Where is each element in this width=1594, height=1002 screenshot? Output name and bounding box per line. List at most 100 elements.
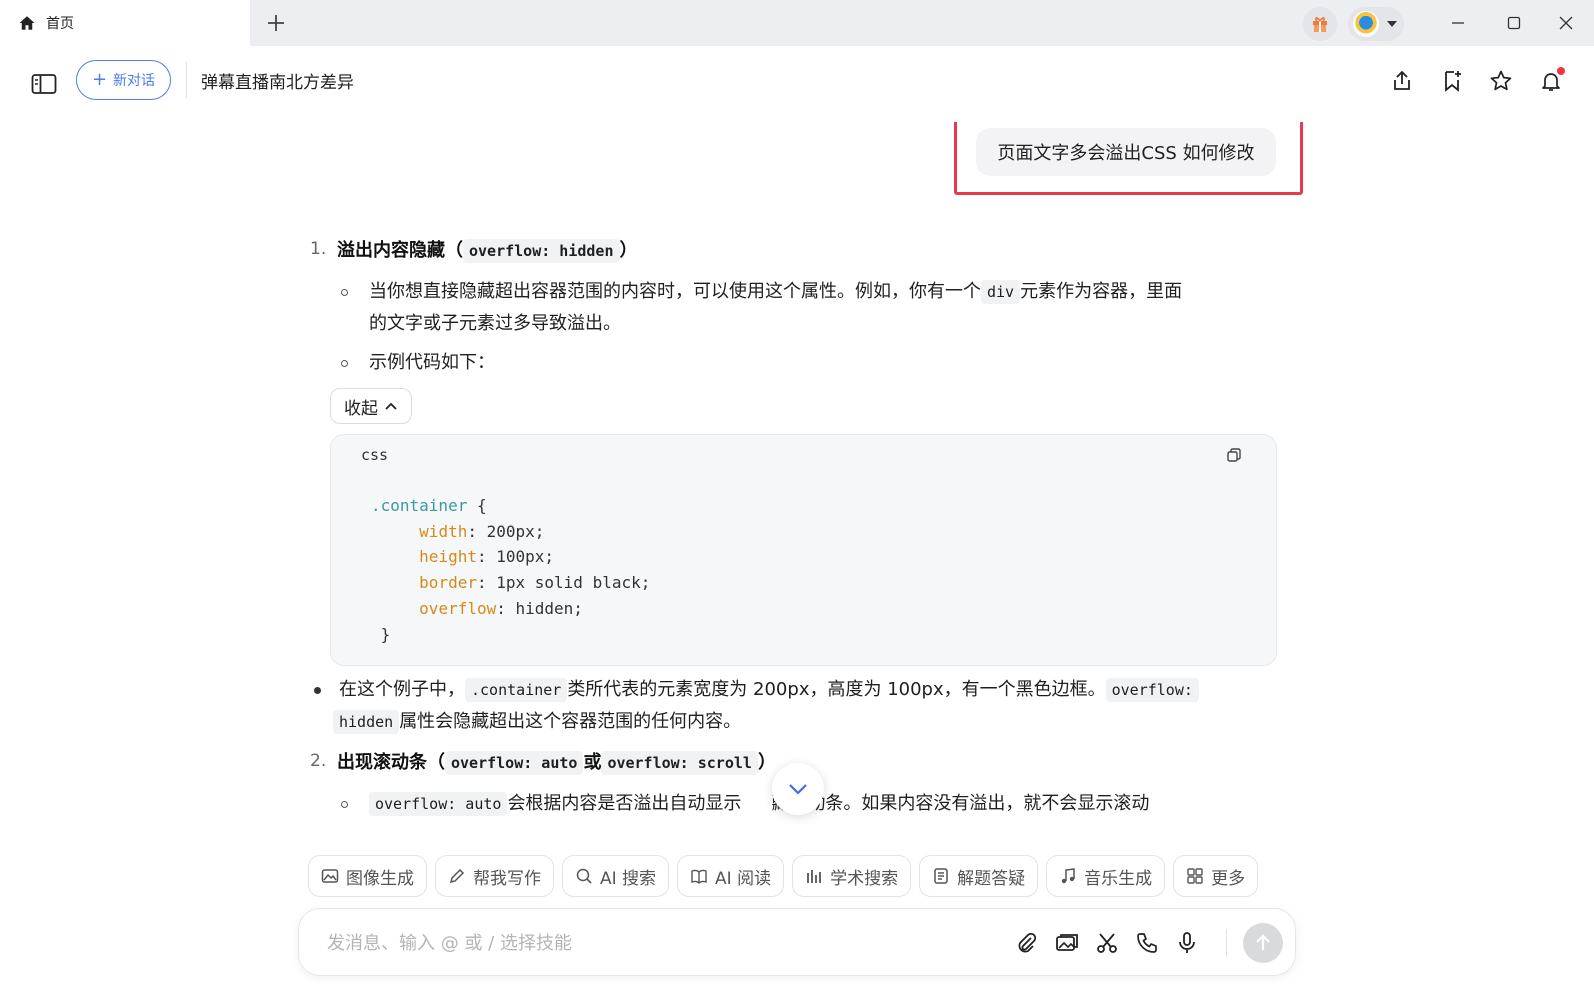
arrow-up-icon: [1256, 934, 1270, 950]
code-property: border: [419, 573, 477, 593]
favorite-button[interactable]: [1484, 64, 1518, 98]
music-icon: [1061, 868, 1075, 884]
paragraph: 当你想直接隐藏超出容器范围的内容时，可以使用这个属性。例如，你有一个 div 元素作…: [369, 280, 1183, 304]
item-number: 2.: [310, 751, 327, 771]
skill-writing[interactable]: 帮我写作: [435, 855, 554, 897]
phone-icon: [1137, 933, 1157, 953]
code-language: css: [361, 446, 389, 464]
ordered-item-2: 2. 出现滚动条（ overflow: auto 或 overflow: scroll…: [310, 748, 776, 775]
collapse-label: 收起: [344, 398, 378, 419]
caret-down-icon: [1387, 21, 1397, 27]
collapse-code-button[interactable]: 收起: [330, 388, 412, 424]
new-chat-button[interactable]: + 新对话: [76, 60, 171, 100]
minimize-icon: [1452, 22, 1464, 24]
code-property: overflow: [419, 598, 497, 618]
inline-code: overflow: scroll: [601, 751, 758, 775]
message-composer: [298, 908, 1296, 976]
screenshot-button[interactable]: [1093, 929, 1121, 957]
paperclip-icon: [1018, 932, 1037, 953]
paragraph: 在这个例子中， .container 类所代表的元素宽度为 200px，高度为 10…: [339, 674, 1269, 706]
bookmark-add-icon: [1445, 71, 1461, 92]
close-button[interactable]: [1538, 0, 1594, 46]
chart-icon: [807, 870, 821, 883]
profile-menu[interactable]: [1348, 7, 1404, 41]
app-header: + 新对话 弹幕直播南北方差异: [0, 46, 1594, 122]
search-icon: [576, 868, 592, 884]
star-icon: [1490, 70, 1512, 91]
maximize-icon: [1507, 16, 1521, 30]
microphone-icon: [1179, 932, 1195, 953]
share-button[interactable]: [1385, 64, 1419, 98]
skill-academic-search[interactable]: 学术搜索: [792, 855, 912, 897]
code-block: css .container { width: 200px; height: 1…: [330, 434, 1277, 666]
code-selector: .container: [371, 496, 468, 515]
voice-input-button[interactable]: [1173, 929, 1201, 957]
chevron-down-icon: [789, 784, 807, 795]
sidebar-icon: [31, 74, 57, 94]
user-message-bubble: 页面文字多会溢出CSS 如何修改: [976, 128, 1276, 176]
message-input[interactable]: [327, 927, 967, 959]
share-icon: [1394, 70, 1410, 90]
inline-code: div: [981, 280, 1021, 304]
window-titlebar: 首页: [0, 0, 1594, 46]
inline-code: hidden: [333, 710, 400, 734]
tab-home[interactable]: 首页: [0, 0, 250, 46]
close-icon: [1559, 16, 1573, 30]
chat-content[interactable]: 页面文字多会溢出CSS 如何修改 1. 溢出内容隐藏（ overflow: hid…: [0, 122, 1594, 842]
book-icon: [691, 869, 707, 884]
image-icon: [321, 869, 339, 883]
copy-icon[interactable]: [1226, 447, 1242, 463]
skill-ai-search[interactable]: AI 搜索: [562, 855, 670, 897]
sidebar-toggle-button[interactable]: [28, 68, 60, 100]
header-divider: [186, 62, 187, 98]
skills-bar: 图像生成 帮我写作 AI 搜索 AI 阅读 学术搜索 解题答疑 音乐生成 更多: [308, 855, 1259, 897]
code-property: width: [419, 521, 468, 541]
ordered-item-1: 1. 溢出内容隐藏（ overflow: hidden）: [310, 236, 638, 263]
bookmark-add-button[interactable]: [1435, 64, 1469, 98]
new-tab-button[interactable]: [262, 9, 290, 37]
skill-image-generation[interactable]: 图像生成: [308, 855, 427, 897]
inline-code: overflow: auto: [445, 751, 584, 775]
circle-bullet: [341, 289, 348, 296]
skill-music-generation[interactable]: 音乐生成: [1046, 855, 1166, 897]
skill-problem-solving[interactable]: 解题答疑: [919, 855, 1039, 897]
send-button[interactable]: [1243, 923, 1283, 963]
inline-code: .container: [465, 678, 568, 702]
paragraph: hidden 属性会隐藏超出这个容器范围的任何内容。: [333, 706, 1269, 738]
chevron-up-icon: [385, 402, 397, 410]
code-content: .container { width: 200px; height: 100px…: [371, 496, 651, 644]
inline-code: overflow: auto: [369, 792, 508, 816]
conversation-title: 弹幕直播南北方差异: [201, 73, 354, 93]
item-number: 1.: [310, 239, 327, 259]
composer-divider: [1226, 929, 1227, 957]
plus-icon: +: [91, 69, 108, 90]
code-header: css: [331, 435, 1276, 475]
skill-ai-reading[interactable]: AI 阅读: [677, 855, 785, 897]
circle-bullet: [341, 360, 348, 367]
gift-icon: [1313, 17, 1327, 32]
minimize-button[interactable]: [1430, 0, 1486, 46]
code-property: height: [419, 547, 477, 567]
avatar: [1353, 11, 1379, 37]
inline-code: overflow:: [1105, 678, 1199, 702]
tab-label: 首页: [46, 16, 74, 32]
skill-more[interactable]: 更多: [1173, 855, 1259, 897]
question-icon: [934, 868, 948, 884]
new-chat-label: 新对话: [113, 73, 156, 89]
plus-icon: [268, 15, 284, 31]
notification-button[interactable]: [1534, 64, 1568, 98]
attach-button[interactable]: [1013, 929, 1041, 957]
scroll-to-bottom-button[interactable]: [772, 763, 824, 815]
photo-icon: [1056, 934, 1078, 951]
notification-badge: [1557, 67, 1565, 75]
paragraph: 的文字或子元素过多导致溢出。: [369, 313, 621, 334]
image-upload-button[interactable]: [1053, 929, 1081, 957]
voice-call-button[interactable]: [1133, 929, 1161, 957]
item-title: 溢出内容隐藏（ overflow: hidden）: [337, 239, 638, 263]
maximize-button[interactable]: [1486, 0, 1542, 46]
gift-button[interactable]: [1303, 7, 1337, 41]
inline-code: overflow: hidden: [463, 239, 620, 263]
item-title: 出现滚动条（ overflow: auto 或 overflow: scroll）: [337, 751, 776, 775]
paragraph: overflow: auto 会根据内容是否溢出自动显示 藏滚动条。如果内容没有溢出…: [369, 788, 1289, 820]
circle-bullet: [341, 801, 348, 808]
